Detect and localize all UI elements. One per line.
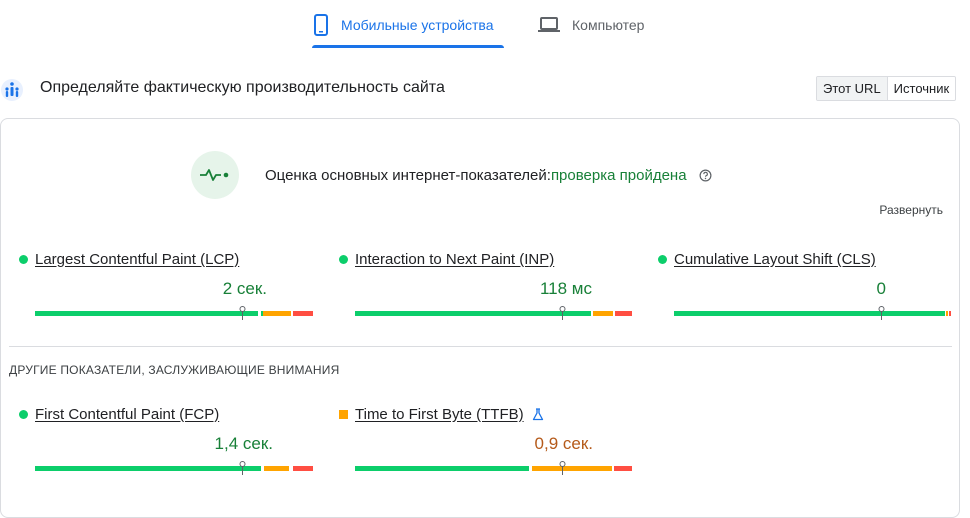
ttfb-p75-marker xyxy=(559,461,566,475)
lcp-poor-segment xyxy=(293,311,313,316)
inp-good-segment xyxy=(355,311,591,316)
laptop-icon xyxy=(538,17,560,32)
metric-lcp-distribution xyxy=(35,306,313,320)
core-web-vitals-assessment: Оценка основных интернет-показателей:про… xyxy=(191,151,712,199)
metric-cls-name[interactable]: Cumulative Layout Shift (CLS) xyxy=(674,251,876,268)
device-tabs: Мобильные устройства Компьютер xyxy=(0,0,970,52)
metric-ttfb-value: 0,9 сек. xyxy=(534,434,593,453)
metric-inp: Interaction to Next Paint (INP) 118 мс xyxy=(339,249,633,320)
fcp-poor-segment xyxy=(293,466,313,471)
metric-fcp-value: 1,4 сек. xyxy=(214,434,273,453)
metric-fcp-head: First Contentful Paint (FCP) xyxy=(19,404,219,424)
metric-inp-value: 118 мс xyxy=(539,279,592,298)
metric-cls-value: 0 xyxy=(876,279,886,298)
help-icon[interactable] xyxy=(699,169,712,182)
metric-inp-distribution xyxy=(355,306,632,320)
smartphone-icon xyxy=(314,14,328,36)
url-origin-toggle: Этот URL Источник xyxy=(816,76,957,101)
fcp-needs-improvement-segment xyxy=(264,466,289,471)
pulse-icon xyxy=(200,169,229,181)
metric-fcp: First Contentful Paint (FCP) 1,4 сек. xyxy=(19,404,313,475)
tab-mobile[interactable]: Мобильные устройства xyxy=(313,0,494,50)
cls-good-segment xyxy=(674,311,945,316)
inp-p75-marker xyxy=(559,306,566,320)
lcp-needs-improvement-segment xyxy=(263,311,291,316)
assessment-badge xyxy=(191,151,239,199)
lcp-p75-marker xyxy=(239,306,246,320)
metric-lcp-head: Largest Contentful Paint (LCP) xyxy=(19,249,239,269)
metric-lcp: Largest Contentful Paint (LCP) 2 сек. xyxy=(19,249,313,320)
average-rating-square xyxy=(339,409,348,419)
metric-cls-distribution xyxy=(674,306,951,320)
cls-poor-segment xyxy=(949,311,951,316)
good-rating-dot xyxy=(658,254,667,264)
toggle-origin[interactable]: Источник xyxy=(887,77,956,100)
ttfb-needs-improvement-segment xyxy=(532,466,612,471)
good-rating-dot xyxy=(339,254,348,264)
metric-fcp-name[interactable]: First Contentful Paint (FCP) xyxy=(35,406,219,423)
inp-needs-improvement-segment xyxy=(593,311,613,316)
crux-users-icon xyxy=(1,79,23,101)
metric-fcp-distribution xyxy=(35,461,313,475)
ttfb-poor-segment xyxy=(614,466,632,471)
section-title: Определяйте фактическую производительнос… xyxy=(40,79,445,96)
inp-poor-segment xyxy=(615,311,632,316)
good-rating-dot xyxy=(19,254,28,264)
metric-ttfb-name[interactable]: Time to First Byte (TTFB) xyxy=(355,406,524,423)
metric-cls: Cumulative Layout Shift (CLS) 0 xyxy=(658,249,952,320)
metric-inp-head: Interaction to Next Paint (INP) xyxy=(339,249,554,269)
metric-inp-name[interactable]: Interaction to Next Paint (INP) xyxy=(355,251,554,268)
metric-lcp-value: 2 сек. xyxy=(222,279,267,298)
metric-ttfb-head: Time to First Byte (TTFB) xyxy=(339,404,544,424)
ttfb-good-segment xyxy=(355,466,529,471)
experimental-flask-icon xyxy=(532,407,543,420)
assessment-status: проверка пройдена xyxy=(550,166,687,184)
assessment-label: Оценка основных интернет-показателей: xyxy=(265,166,551,184)
cls-p75-marker xyxy=(878,306,885,320)
good-rating-dot xyxy=(19,409,28,419)
metric-cls-head: Cumulative Layout Shift (CLS) xyxy=(658,249,876,269)
tab-desktop-label: Компьютер xyxy=(572,17,645,33)
other-metrics-title: ДРУГИЕ ПОКАЗАТЕЛИ, ЗАСЛУЖИВАЮЩИЕ ВНИМАНИ… xyxy=(9,363,340,377)
assessment-text: Оценка основных интернет-показателей:про… xyxy=(265,167,712,184)
fcp-good-segment xyxy=(35,466,261,471)
toggle-this-url[interactable]: Этот URL xyxy=(817,77,888,100)
section-divider xyxy=(9,346,952,347)
cls-needs-improvement-segment xyxy=(946,311,948,316)
metric-lcp-name[interactable]: Largest Contentful Paint (LCP) xyxy=(35,251,239,268)
field-data-header: Определяйте фактическую производительнос… xyxy=(0,74,970,104)
expand-link[interactable]: Развернуть xyxy=(879,203,943,217)
field-data-card: Оценка основных интернет-показателей:про… xyxy=(0,118,960,518)
fcp-p75-marker xyxy=(239,461,246,475)
tab-mobile-label: Мобильные устройства xyxy=(341,17,494,33)
metric-ttfb-distribution xyxy=(355,461,632,475)
metric-ttfb: Time to First Byte (TTFB) 0,9 сек. xyxy=(339,404,633,475)
active-tab-indicator xyxy=(312,45,504,48)
tab-desktop[interactable]: Компьютер xyxy=(538,0,644,50)
lcp-good-segment xyxy=(35,311,258,316)
